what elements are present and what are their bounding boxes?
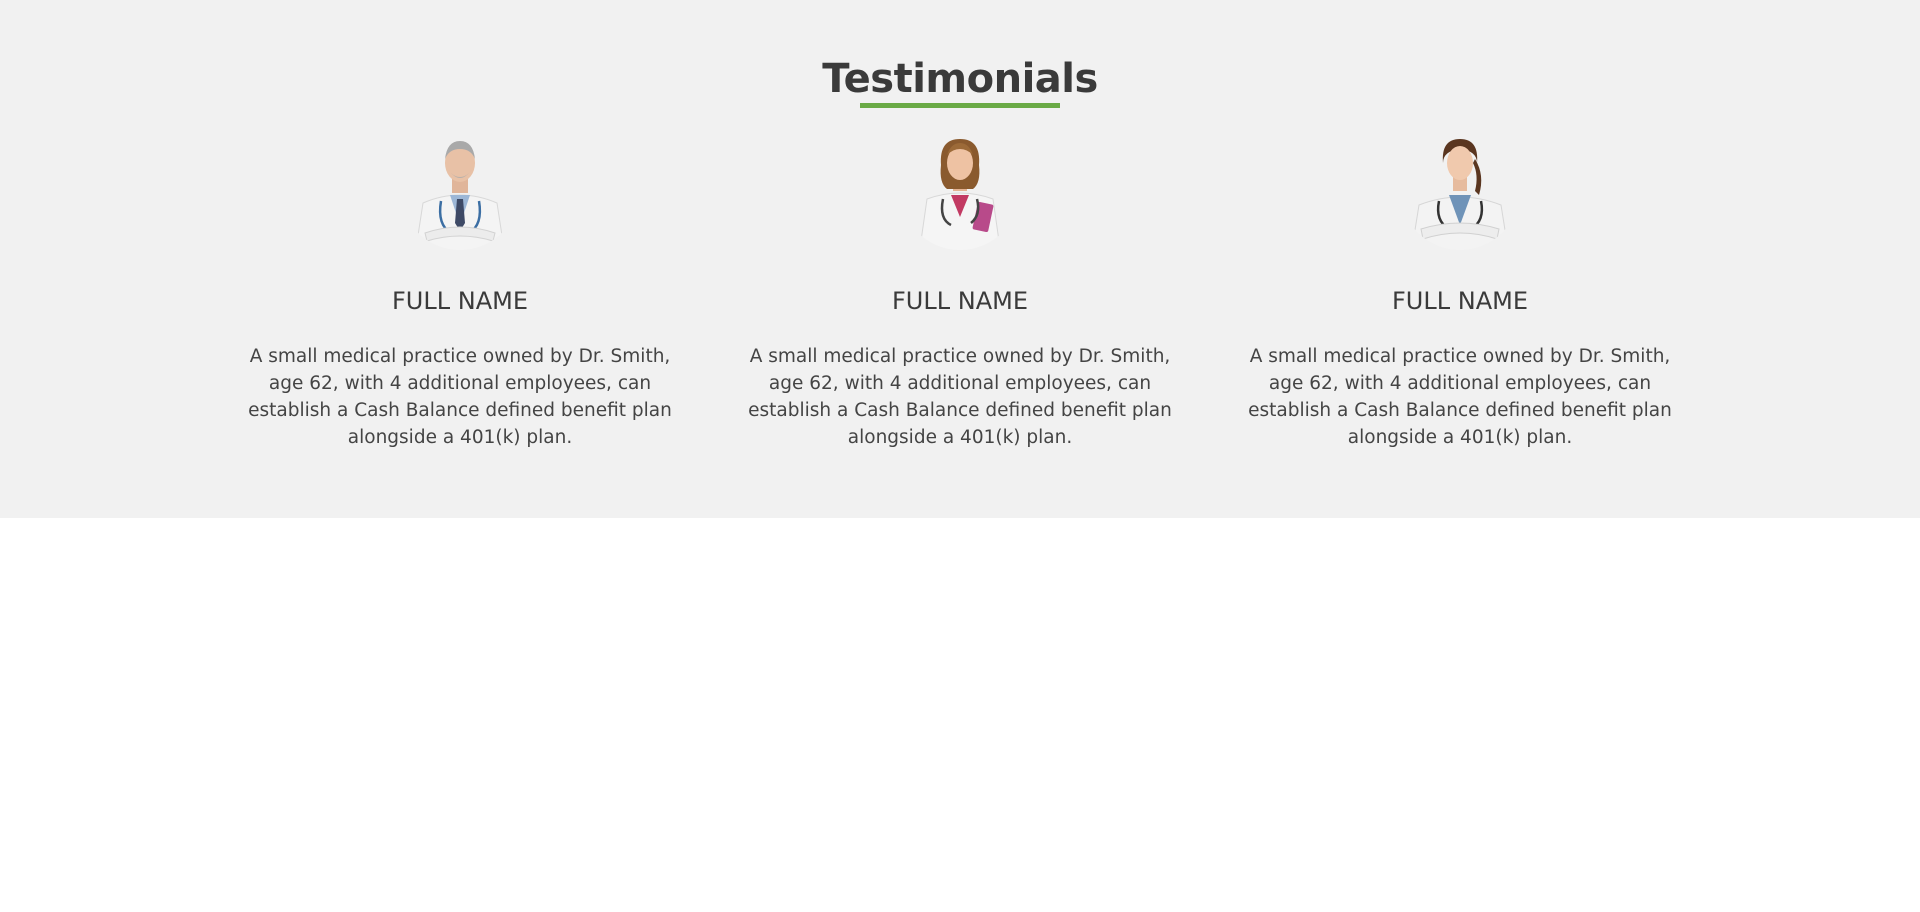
testimonial-quote: A small medical practice owned by Dr. Sm… — [248, 346, 672, 448]
testimonial-quote: A small medical practice owned by Dr. Sm… — [1248, 346, 1672, 448]
testimonial-card: FULL NAME A small medical practice owned… — [740, 125, 1180, 448]
female-doctor-clipboard-avatar — [895, 125, 1025, 255]
title-underline — [860, 103, 1060, 108]
testimonial-card: FULL NAME A small medical practice owned… — [240, 125, 680, 448]
heading-wrap: Testimonials — [0, 55, 1920, 103]
testimonial-name: FULL NAME — [892, 287, 1028, 315]
female-doctor-avatar — [1395, 125, 1525, 255]
testimonial-name: FULL NAME — [1392, 287, 1528, 315]
testimonials-section: Testimonials FULL NAME A small medical p… — [0, 0, 1920, 518]
testimonial-card: FULL NAME A small medical practice owned… — [1240, 125, 1680, 448]
testimonial-quote: A small medical practice owned by Dr. Sm… — [748, 346, 1172, 448]
testimonial-name: FULL NAME — [392, 287, 528, 315]
section-title: Testimonials — [822, 56, 1098, 102]
male-doctor-avatar — [395, 125, 525, 255]
